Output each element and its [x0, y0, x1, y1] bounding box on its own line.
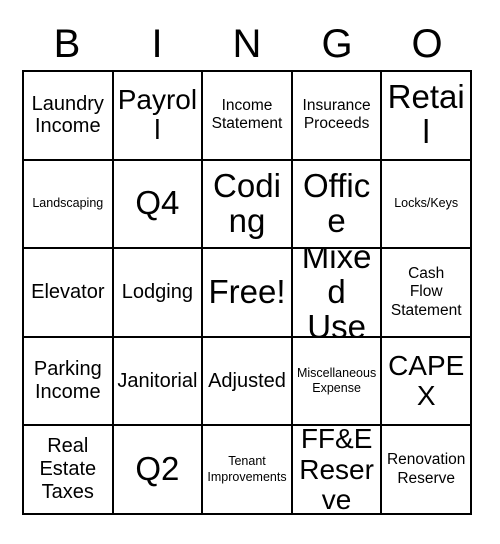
bingo-cell-r4-c4[interactable]: Miscellaneous Expense: [292, 337, 383, 427]
bingo-cell-r1-c2[interactable]: Payroll: [113, 72, 204, 161]
bingo-cell-label: Adjusted: [208, 369, 286, 392]
bingo-cell-label: Elevator: [31, 281, 105, 304]
bingo-header-row: B I N G O: [22, 18, 472, 70]
bingo-cell-label: Locks/Keys: [394, 196, 459, 211]
bingo-cell-label: Parking Income: [33, 358, 102, 404]
bingo-cell-r3-c1[interactable]: Elevator: [24, 249, 114, 338]
bingo-cell-r5-c3[interactable]: Tenant Improvements: [203, 426, 293, 515]
bingo-cell-label: Free!: [208, 273, 286, 310]
bingo-cell-r1-c3[interactable]: Income Statement: [203, 72, 293, 161]
bingo-cell-label: Real Estate Taxes: [39, 435, 97, 504]
bingo-cell-label: Office: [302, 166, 371, 239]
header-letter-i: I: [151, 22, 163, 66]
bingo-cell-label: Laundry Income: [31, 92, 104, 138]
bingo-cell-r4-c5[interactable]: CAPEX: [382, 337, 472, 427]
bingo-cell-label: FF&E Reserve: [299, 426, 374, 515]
bingo-cell-r5-c2[interactable]: Q2: [113, 426, 204, 515]
bingo-grid: Laundry Income Payroll Income Statement Ins…: [22, 70, 472, 515]
header-letter-g: G: [321, 22, 353, 66]
bingo-cell-label: Insurance Proceeds: [302, 96, 371, 133]
bingo-cell-r3-c5[interactable]: Cash Flow Statement: [382, 249, 472, 338]
bingo-cell-r1-c5[interactable]: Retail: [382, 72, 472, 161]
bingo-cell-label: Mixed Use: [301, 249, 372, 338]
bingo-cell-r2-c4[interactable]: Office: [292, 160, 383, 250]
bingo-cell-label: CAPEX: [388, 349, 465, 412]
bingo-cell-r2-c3[interactable]: Coding: [203, 160, 293, 250]
bingo-cell-r5-c4[interactable]: FF&E Reserve: [292, 426, 383, 515]
bingo-cell-r2-c5[interactable]: Locks/Keys: [382, 160, 472, 250]
bingo-cell-r1-c1[interactable]: Laundry Income: [24, 72, 114, 161]
bingo-cell-r2-c2[interactable]: Q4: [113, 160, 204, 250]
bingo-cell-label: Cash Flow Statement: [390, 264, 462, 319]
header-letter-b: B: [53, 22, 81, 66]
bingo-cell-label: Lodging: [121, 281, 193, 304]
bingo-cell-label: Tenant Improvements: [207, 454, 287, 484]
bingo-cell-label: Coding: [213, 166, 281, 239]
bingo-cell-label: Retail: [387, 78, 465, 151]
bingo-cell-label: Renovation Reserve: [386, 451, 466, 487]
bingo-cell-r1-c4[interactable]: Insurance Proceeds: [292, 72, 383, 161]
bingo-cell-r4-c1[interactable]: Parking Income: [24, 337, 114, 427]
bingo-cell-r5-c1[interactable]: Real Estate Taxes: [24, 426, 114, 515]
bingo-cell-r3-c2[interactable]: Lodging: [113, 249, 204, 338]
bingo-cell-label: Q4: [135, 184, 180, 222]
header-letter-o: O: [411, 22, 443, 66]
header-letter-n: N: [232, 22, 262, 66]
bingo-cell-label: Landscaping: [32, 196, 104, 211]
bingo-cell-label: Payroll: [117, 84, 198, 146]
bingo-cell-r3-c4[interactable]: Mixed Use: [292, 249, 383, 338]
bingo-cell-r4-c3[interactable]: Adjusted: [203, 337, 293, 427]
bingo-cell-label: Janitorial: [117, 369, 198, 392]
bingo-cell-label: Miscellaneous Expense: [296, 365, 377, 396]
bingo-cell-free-space[interactable]: Free!: [203, 249, 293, 338]
bingo-cell-r5-c5[interactable]: Renovation Reserve: [382, 426, 472, 515]
bingo-cell-r2-c1[interactable]: Landscaping: [24, 160, 114, 250]
bingo-cell-r4-c2[interactable]: Janitorial: [113, 337, 204, 427]
bingo-cell-label: Income Statement: [211, 96, 283, 133]
bingo-cell-label: Q2: [135, 450, 180, 488]
bingo-card: B I N G O Laundry Income Payroll Income St…: [0, 0, 500, 544]
